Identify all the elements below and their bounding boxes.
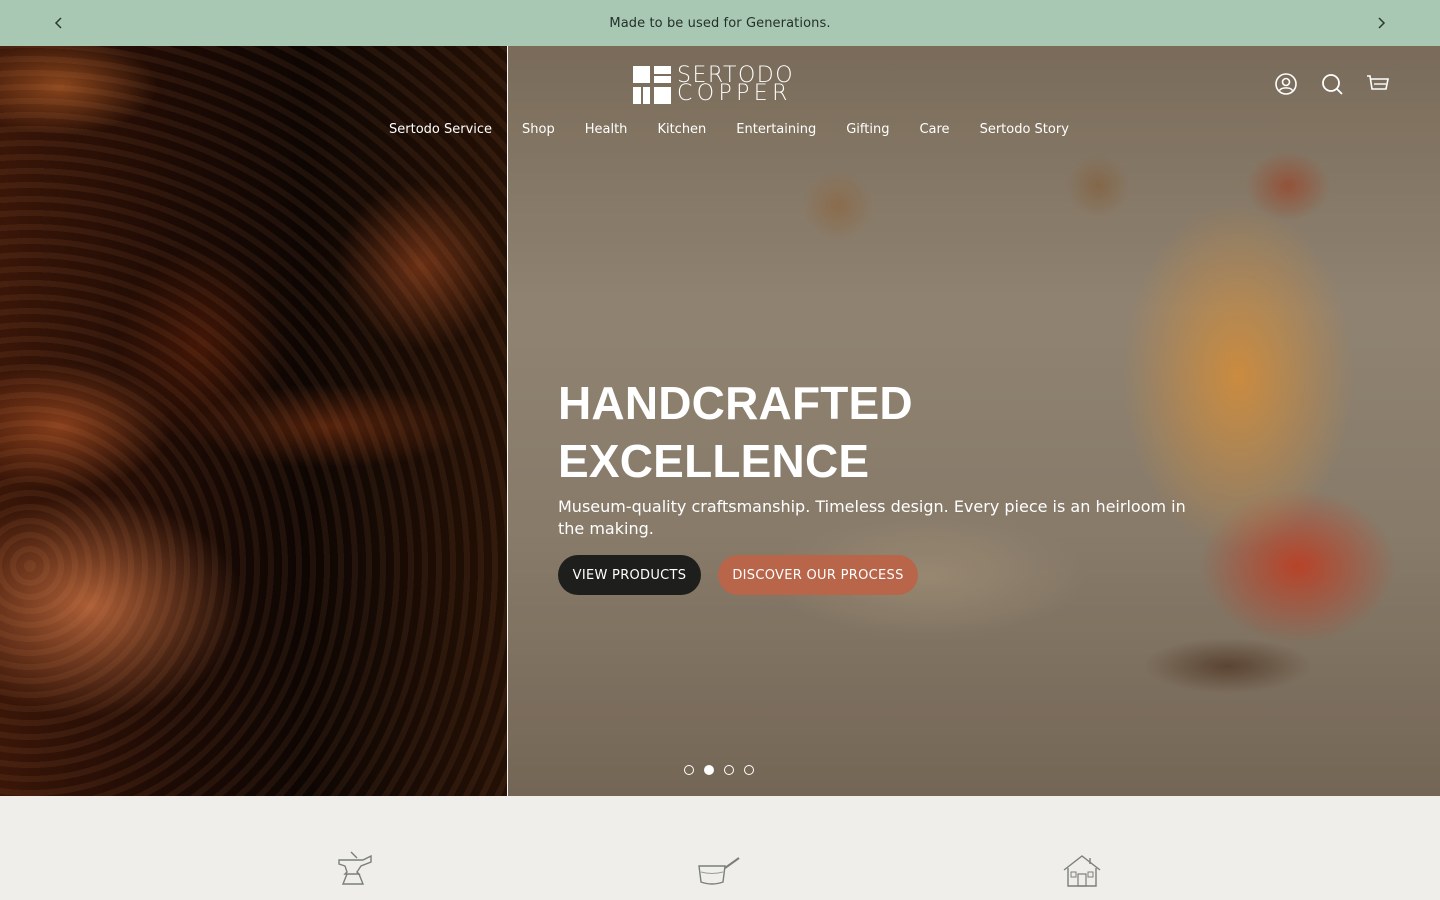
announcement-next-button[interactable] — [1371, 13, 1391, 33]
hero-title-line-2: EXCELLENCE — [558, 435, 870, 487]
announcement-bar: Made to be used for Generations. — [0, 0, 1440, 46]
nav-item-shop[interactable]: Shop — [507, 120, 570, 139]
search-button[interactable] — [1320, 72, 1344, 96]
search-icon — [1322, 74, 1343, 95]
nav-item-entertaining[interactable]: Entertaining — [721, 120, 831, 139]
view-products-button[interactable]: VIEW PRODUCTS — [558, 555, 701, 595]
account-icon — [1275, 73, 1297, 95]
hero-subtitle: Museum-quality craftsmanship. Timeless d… — [558, 497, 1186, 538]
slide-dot-3[interactable] — [724, 765, 734, 775]
nav-item-gifting[interactable]: Gifting — [831, 120, 904, 139]
nav-item-sertodo-story[interactable]: Sertodo Story — [965, 120, 1084, 139]
slide-dot-2[interactable] — [704, 765, 714, 775]
logo-wordmark: SERTODO COPPER — [677, 65, 794, 106]
site-logo[interactable]: SERTODO COPPER — [633, 65, 794, 106]
logo-line-2: COPPER — [677, 81, 792, 106]
account-button[interactable] — [1274, 72, 1298, 96]
nav-item-health[interactable]: Health — [570, 120, 643, 139]
nav-item-care[interactable]: Care — [904, 120, 964, 139]
hero-image-left — [0, 46, 507, 796]
cart-button[interactable] — [1366, 72, 1390, 96]
main-nav: Sertodo Service Shop Health Kitchen Ente… — [374, 120, 1084, 139]
cart-icon — [1367, 75, 1389, 90]
discover-process-button[interactable]: DISCOVER OUR PROCESS — [718, 555, 918, 595]
hero-title-line-1: HANDCRAFTED — [558, 377, 913, 429]
slide-dot-4[interactable] — [744, 765, 754, 775]
announcement-prev-button[interactable] — [49, 13, 69, 33]
nav-item-sertodo-service[interactable]: Sertodo Service — [374, 120, 507, 139]
hero-title: HANDCRAFTED EXCELLENCE — [558, 374, 1158, 490]
logo-mark-icon — [633, 66, 671, 104]
chevron-left-icon — [54, 17, 62, 29]
nav-item-kitchen[interactable]: Kitchen — [642, 120, 721, 139]
announcement-text: Made to be used for Generations. — [609, 15, 831, 31]
chevron-right-icon — [1378, 17, 1386, 29]
saucepan-icon — [698, 857, 740, 885]
anvil-icon — [338, 851, 372, 885]
slide-dots — [684, 765, 754, 775]
workshop-house-icon — [1063, 855, 1101, 887]
slide-dot-1[interactable] — [684, 765, 694, 775]
